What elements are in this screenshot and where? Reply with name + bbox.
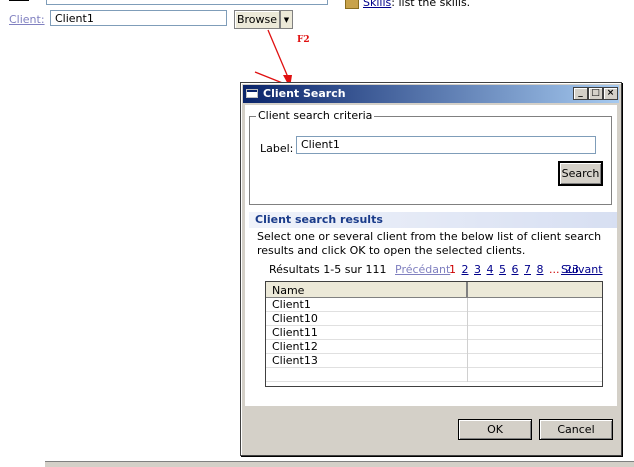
column-resize-handle[interactable] [466,282,468,298]
page-ellipsis: ... [549,263,560,276]
results-header: Client search results [249,212,617,228]
page-link[interactable]: 6 [512,263,519,276]
search-criteria-group: Client search criteria Label: Client1 Se… [249,109,612,205]
cancel-button[interactable]: Cancel [539,419,613,440]
table-cell-name: Client10 [272,312,318,325]
top-field[interactable] [46,0,328,5]
label-input[interactable]: Client1 [296,136,596,154]
close-icon[interactable]: × [603,87,618,100]
label-field-caption: Label: [260,142,294,155]
table-cell-name: Client11 [272,326,318,339]
table-row[interactable]: Client11 [266,326,602,340]
table-row[interactable] [266,368,602,382]
client-input[interactable]: Client1 [50,10,227,26]
ok-button[interactable]: OK [458,419,532,440]
search-button[interactable]: Search [558,161,603,186]
arrow-line-1 [267,29,291,83]
table-cell-name: Client12 [272,340,318,353]
page-link[interactable]: 5 [499,263,506,276]
skills-icon [345,0,359,9]
column-header-name[interactable]: Name [272,284,304,297]
page-link[interactable]: 4 [487,263,494,276]
skills-description: : list the skills. [391,0,471,9]
f2-annotation: F2 [297,35,310,45]
dialog-body: Client search criteria Label: Client1 Se… [245,105,617,406]
search-criteria-legend: Client search criteria [256,109,375,122]
table-cell-name: Client1 [272,298,311,311]
dialog-titlebar[interactable]: Client Search _ □ × [243,85,619,103]
skills-link[interactable]: Skills [363,0,391,9]
dialog-title: Client Search [263,87,346,100]
window-icon [246,89,258,98]
results-table: Name Client1 Client10 Client11 Client12 … [265,281,603,387]
top-divider [9,0,29,1]
previous-page-link[interactable]: Précédant [395,263,450,276]
table-cell-name: Client13 [272,354,318,367]
minimize-icon[interactable]: _ [573,87,588,100]
maximize-icon[interactable]: □ [588,87,603,100]
browse-dropdown-arrow[interactable]: ▼ [280,10,293,29]
skills-row: Skills: list the skills. [345,0,470,9]
page-link[interactable]: 8 [537,263,544,276]
browse-button[interactable]: Browse [234,10,280,29]
client-label[interactable]: Client: [9,13,45,26]
table-row[interactable]: Client1 [266,298,602,312]
pagination: Résultats 1-5 sur 111 Précédant 1 2 3 4 … [245,263,617,277]
table-row[interactable]: Client10 [266,312,602,326]
results-count: Résultats 1-5 sur 111 [269,263,387,276]
page-link[interactable]: 3 [474,263,481,276]
results-description: Select one or several client from the be… [257,230,602,257]
page-link[interactable]: 7 [524,263,531,276]
next-page-link[interactable]: Suivant [561,263,603,276]
status-bar [45,461,634,467]
table-row[interactable]: Client12 [266,340,602,354]
table-row[interactable]: Client13 [266,354,602,368]
client-search-dialog: Client Search _ □ × Client search criter… [240,82,622,456]
table-header: Name [266,282,602,298]
page-link[interactable]: 2 [462,263,469,276]
page-current: 1 [449,263,456,276]
